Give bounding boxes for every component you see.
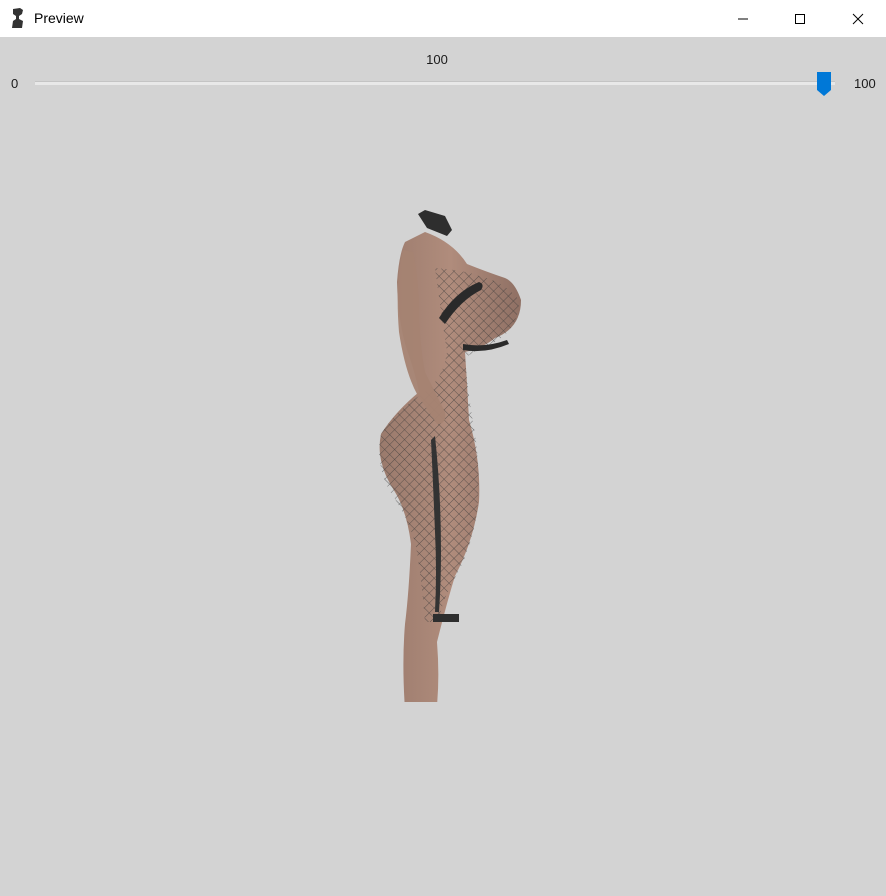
maximize-icon [795, 13, 805, 24]
weight-slider-track[interactable] [35, 81, 835, 85]
close-icon [852, 13, 864, 24]
minimize-icon [738, 18, 748, 19]
slider-max-label: 100 [854, 76, 876, 91]
preview-window: Preview 100 0 100 [0, 0, 886, 896]
slider-value-label: 100 [426, 52, 448, 67]
bust-icon [12, 8, 23, 28]
body-model-render[interactable] [355, 172, 535, 702]
slider-min-label: 0 [11, 76, 19, 91]
close-button[interactable] [829, 0, 886, 37]
weight-slider-thumb[interactable] [817, 72, 831, 96]
window-title: Preview [34, 10, 84, 26]
title-bar[interactable]: Preview [0, 0, 886, 37]
maximize-button[interactable] [771, 0, 829, 37]
preview-client-area: 100 0 100 [0, 37, 886, 896]
minimize-button[interactable] [714, 0, 772, 37]
